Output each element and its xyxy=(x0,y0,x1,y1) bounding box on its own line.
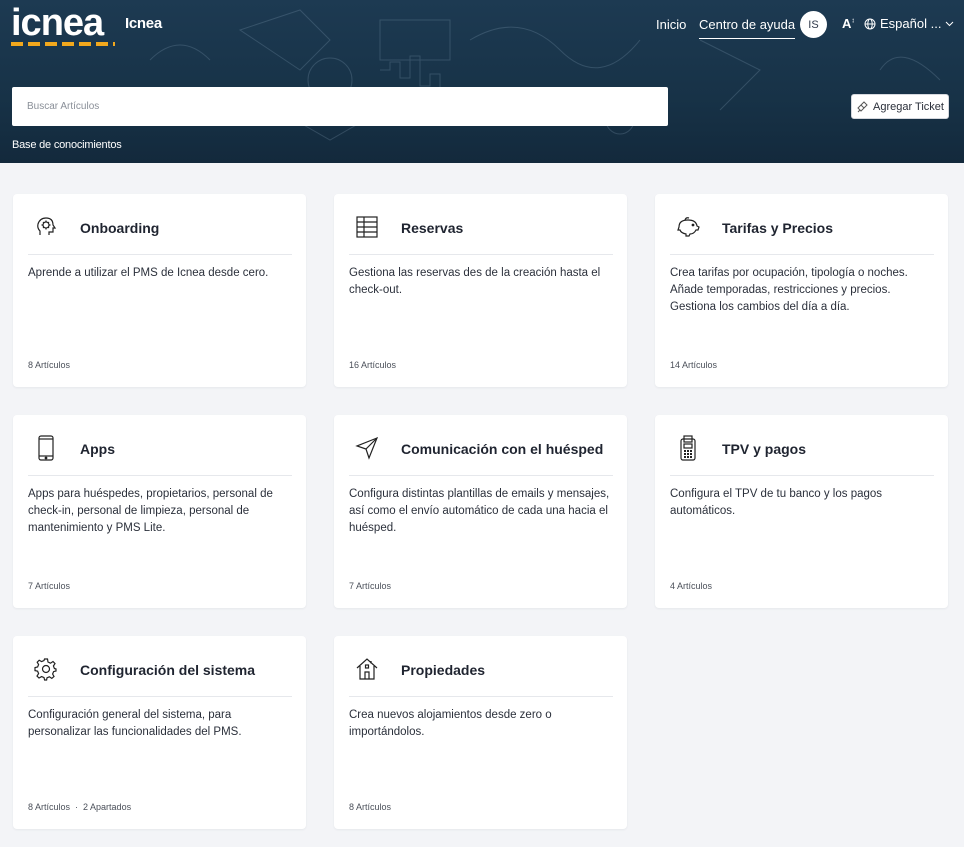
card-description: Apps para huéspedes, propietarios, perso… xyxy=(28,488,273,534)
card-description: Configura el TPV de tu banco y los pagos… xyxy=(670,488,883,517)
article-count: 7 Artículos xyxy=(28,581,71,591)
card-meta: 8 Artículos · 2 Apartados xyxy=(28,802,131,812)
article-count: 16 Artículos xyxy=(349,360,397,370)
chevron-down-icon xyxy=(946,21,954,26)
card-description: Aprende a utilizar el PMS de Icnea desde… xyxy=(28,267,269,279)
card-header: Tarifas y Precios xyxy=(670,214,934,255)
article-count: 8 Artículos xyxy=(28,360,71,370)
card-header: Reservas xyxy=(349,214,613,255)
card-meta: 4 Artículos xyxy=(670,581,712,591)
font-toggle-sup: ↕ xyxy=(851,17,855,25)
card-meta: 8 Artículos xyxy=(349,802,391,812)
breadcrumb[interactable]: Base de conocimientos xyxy=(12,139,122,151)
card-header: Onboarding xyxy=(28,214,292,255)
gear-icon xyxy=(33,656,59,682)
article-count: 8 Artículos xyxy=(349,802,392,812)
card-description: Gestiona las reservas des de la creación… xyxy=(349,267,601,296)
add-ticket-label: Agregar Ticket xyxy=(873,100,944,113)
card-title: Configuración del sistema xyxy=(80,662,256,678)
card-meta: 7 Artículos xyxy=(349,581,391,591)
icnea-logo[interactable]: icnea xyxy=(11,2,115,46)
hero-header: icnea Icnea Inicio Centro de ayuda IS A↕… xyxy=(0,0,964,163)
card-header: TPV y pagos xyxy=(670,435,934,476)
category-card-configuracion[interactable]: Configuración del sistema Configuración … xyxy=(13,636,306,829)
nav-help-center-link[interactable]: Centro de ayuda xyxy=(699,17,796,39)
card-title: Apps xyxy=(80,441,115,457)
card-description: Configuración general del sistema, para … xyxy=(28,709,242,738)
nav-home-link[interactable]: Inicio xyxy=(656,17,686,32)
globe-icon xyxy=(864,18,876,29)
card-meta: 16 Artículos xyxy=(349,360,396,370)
card-title: Propiedades xyxy=(401,662,486,678)
language-label: Español ... xyxy=(880,16,942,31)
logo-wordmark: icnea xyxy=(11,2,104,44)
head-gear-icon xyxy=(33,214,59,240)
add-ticket-button[interactable]: Agregar Ticket xyxy=(851,94,949,119)
ticket-icon xyxy=(857,101,868,113)
card-meta: 8 Artículos xyxy=(28,360,70,370)
article-count: 8 Artículos xyxy=(28,802,71,812)
category-card-tarifas[interactable]: Tarifas y Precios Crea tarifas por ocupa… xyxy=(655,194,948,387)
brand-name: Icnea xyxy=(125,15,162,32)
language-selector[interactable]: Español ... xyxy=(864,16,954,31)
font-size-toggle[interactable]: A↕ xyxy=(842,16,855,31)
pos-terminal-icon xyxy=(675,435,701,461)
house-icon xyxy=(354,656,380,682)
card-header: Propiedades xyxy=(349,656,613,697)
category-card-reservas[interactable]: Reservas Gestiona las reservas des de la… xyxy=(334,194,627,387)
card-title: Onboarding xyxy=(80,220,160,236)
card-header: Apps xyxy=(28,435,292,476)
card-title: Reservas xyxy=(401,220,464,236)
category-card-onboarding[interactable]: Onboarding Aprende a utilizar el PMS de … xyxy=(13,194,306,387)
piggy-bank-icon xyxy=(675,214,701,240)
article-count: 4 Artículos xyxy=(670,581,713,591)
card-title: Comunicación con el huésped xyxy=(401,441,604,457)
category-card-apps[interactable]: Apps Apps para huéspedes, propietarios, … xyxy=(13,415,306,608)
card-description: Crea tarifas por ocupación, tipología o … xyxy=(670,267,908,313)
category-card-tpv[interactable]: TPV y pagos Configura el TPV de tu banco… xyxy=(655,415,948,608)
search-input[interactable] xyxy=(12,87,668,126)
category-card-comunicacion[interactable]: Comunicación con el huésped Configura di… xyxy=(334,415,627,608)
category-card-propiedades[interactable]: Propiedades Crea nuevos alojamientos des… xyxy=(334,636,627,829)
article-count: 7 Artículos xyxy=(349,581,392,591)
section-count: 2 Apartados xyxy=(83,802,132,812)
paper-plane-icon xyxy=(354,435,380,461)
smartphone-icon xyxy=(33,435,59,461)
card-header: Configuración del sistema xyxy=(28,656,292,697)
card-description: Configura distintas plantillas de emails… xyxy=(349,488,610,534)
article-count: 14 Artículos xyxy=(670,360,718,370)
card-header: Comunicación con el huésped xyxy=(349,435,613,476)
meta-separator: · xyxy=(75,802,79,812)
grid-table-icon xyxy=(354,214,380,240)
font-toggle-label: A xyxy=(842,16,852,31)
avatar-initials: IS xyxy=(808,18,819,31)
card-title: TPV y pagos xyxy=(722,441,807,457)
card-title: Tarifas y Precios xyxy=(722,220,834,236)
card-description: Crea nuevos alojamientos desde zero o im… xyxy=(349,709,552,738)
card-meta: 7 Artículos xyxy=(28,581,70,591)
card-meta: 14 Artículos xyxy=(670,360,717,370)
user-avatar[interactable]: IS xyxy=(800,11,827,38)
